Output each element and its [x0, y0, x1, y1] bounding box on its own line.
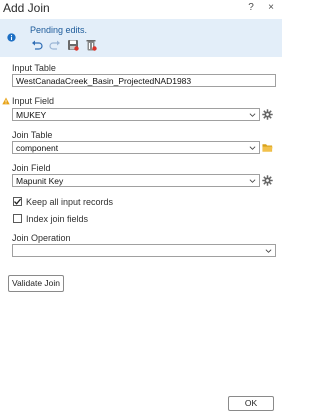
- input-field-dropdown[interactable]: MUKEY: [12, 108, 260, 121]
- join-table-value: component: [16, 143, 59, 153]
- join-operation-label: Join Operation: [12, 233, 71, 243]
- join-field-value: Mapunit Key: [16, 176, 64, 186]
- dialog-footer: OK: [0, 388, 282, 415]
- window-title: Add Join: [3, 1, 50, 15]
- join-table-dropdown[interactable]: component: [12, 141, 260, 154]
- input-table-value: WestCanadaCreek_Basin_ProjectedNAD1983: [16, 76, 192, 86]
- gear-icon[interactable]: [262, 175, 273, 186]
- info-icon: [7, 33, 16, 42]
- keep-all-records-label: Keep all input records: [26, 197, 114, 207]
- redo-icon[interactable]: [49, 39, 61, 51]
- index-join-fields-label: Index join fields: [26, 214, 89, 224]
- input-table-label: Input Table: [12, 63, 56, 73]
- keep-all-records-checkbox[interactable]: [13, 197, 22, 206]
- input-table-dropdown[interactable]: WestCanadaCreek_Basin_ProjectedNAD1983: [12, 74, 276, 87]
- chevron-down-icon: [265, 249, 272, 253]
- input-field-value: MUKEY: [16, 110, 47, 120]
- warning-icon: [2, 97, 10, 105]
- ok-button[interactable]: OK: [228, 396, 274, 411]
- discard-edits-icon[interactable]: [85, 39, 97, 51]
- validate-join-button[interactable]: Validate Join: [8, 275, 64, 292]
- join-field-label: Join Field: [12, 163, 51, 173]
- undo-icon[interactable]: [31, 39, 43, 51]
- pending-edits-banner: Pending edits.: [0, 19, 282, 57]
- join-table-label: Join Table: [12, 130, 53, 140]
- chevron-down-icon: [249, 146, 256, 150]
- input-field-label: Input Field: [12, 96, 55, 106]
- gear-icon[interactable]: [262, 109, 273, 120]
- chevron-down-icon: [249, 113, 256, 117]
- folder-icon[interactable]: [262, 142, 273, 153]
- checkmark-icon: [14, 198, 22, 205]
- save-edits-icon[interactable]: [67, 39, 79, 51]
- title-bar: Add Join ? ×: [0, 0, 282, 17]
- join-field-dropdown[interactable]: Mapunit Key: [12, 174, 260, 187]
- join-operation-dropdown[interactable]: [12, 244, 276, 257]
- help-button[interactable]: ?: [244, 1, 258, 15]
- close-button[interactable]: ×: [264, 1, 278, 15]
- chevron-down-icon: [249, 179, 256, 183]
- index-join-fields-checkbox[interactable]: [13, 214, 22, 223]
- pending-edits-message: Pending edits.: [30, 25, 88, 35]
